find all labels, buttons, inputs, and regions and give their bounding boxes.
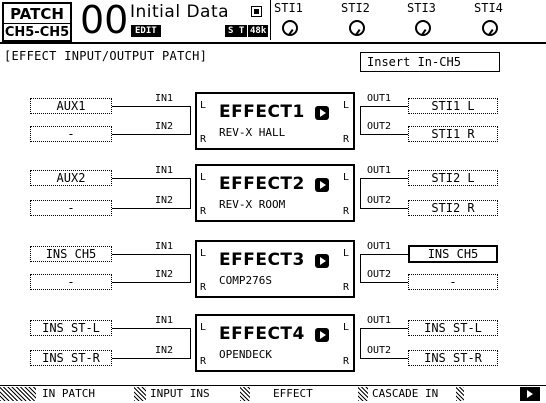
edit-icon[interactable] — [315, 106, 329, 120]
effect4-in-l: L — [200, 322, 207, 333]
tab-divider — [358, 387, 368, 401]
effect1-out1-label: OUT1 — [367, 93, 392, 104]
effect3-out1-label: OUT1 — [367, 241, 392, 252]
edit-badge: EDIT — [131, 25, 161, 37]
effect4-out-r: R — [343, 356, 350, 367]
effect1-in1-label: IN1 — [155, 93, 174, 104]
page-title: [EFFECT INPUT/OUTPUT PATCH] — [4, 49, 208, 63]
sample-rate-badge: 48k — [248, 25, 269, 37]
effect2-in1-patch[interactable]: AUX2 — [30, 170, 112, 186]
effect2-in2-patch[interactable]: - — [30, 200, 112, 216]
effect1-out-l: L — [343, 100, 350, 111]
next-page-icon[interactable] — [520, 387, 540, 401]
effect3-out-l: L — [343, 248, 350, 259]
effect3-in-r: R — [200, 282, 207, 293]
effect3-type: COMP276S — [219, 274, 272, 287]
effect4-box[interactable]: L R EFFECT4 OPENDECK L R — [195, 314, 355, 372]
effect2-type: REV-X ROOM — [219, 198, 286, 211]
scene-number: 00 — [80, 0, 129, 42]
effect4-in-r: R — [200, 356, 207, 367]
effect2-out1-patch[interactable]: STI2 L — [408, 170, 498, 186]
effect4-in2-patch[interactable]: INS ST-R — [30, 350, 112, 366]
tab-divider — [240, 387, 250, 401]
knob-icon[interactable] — [482, 20, 498, 36]
effect4-out1-label: OUT1 — [367, 315, 392, 326]
edit-icon[interactable] — [315, 178, 329, 192]
effect2-in2-label: IN2 — [155, 195, 174, 206]
page-title-text: EFFECT INPUT/OUTPUT PATCH — [11, 49, 200, 63]
effect1-out2-label: OUT2 — [367, 121, 392, 132]
insert-selector[interactable]: Insert In-CH5 — [360, 52, 500, 72]
effect3-in-l: L — [200, 248, 207, 259]
effect3-out1-patch[interactable]: INS CH5 — [408, 245, 498, 263]
knob-icon[interactable] — [349, 20, 365, 36]
meter-label-sti3: STI3 — [407, 1, 436, 15]
effect1-in1-patch[interactable]: AUX1 — [30, 98, 112, 114]
effect4-out2-patch[interactable]: INS ST-R — [408, 350, 498, 366]
effect1-out2-patch[interactable]: STI1 R — [408, 126, 498, 142]
effect4-in1-patch[interactable]: INS ST-L — [30, 320, 112, 336]
effect4-in2-label: IN2 — [155, 345, 174, 356]
st-badge: S T — [225, 25, 248, 37]
effect2-out2-label: OUT2 — [367, 195, 392, 206]
screen-subtitle: CH5-CH5 — [4, 25, 70, 40]
tab-divider — [456, 387, 464, 401]
effect3-in1-patch[interactable]: INS CH5 — [30, 246, 112, 262]
effect3-name: EFFECT3 — [219, 250, 305, 270]
effect2-in1-label: IN1 — [155, 165, 174, 176]
screen-name: PATCH — [10, 5, 64, 23]
edit-icon[interactable] — [315, 328, 329, 342]
effect1-in2-label: IN2 — [155, 121, 174, 132]
effect1-out-r: R — [343, 134, 350, 145]
meter-label-sti2: STI2 — [341, 1, 370, 15]
effect3-box[interactable]: L R EFFECT3 COMP276S L R — [195, 240, 355, 298]
effect3-out2-label: OUT2 — [367, 269, 392, 280]
effect4-out-l: L — [343, 322, 350, 333]
effect4-name: EFFECT4 — [219, 324, 305, 344]
scene-title: Initial Data — [130, 2, 230, 22]
effect4-out1-patch[interactable]: INS ST-L — [408, 320, 498, 336]
effect2-out2-patch[interactable]: STI2 R — [408, 200, 498, 216]
effect2-in-l: L — [200, 172, 207, 183]
screen-name-box: PATCH CH5-CH5 — [2, 2, 72, 42]
effect3-in1-label: IN1 — [155, 241, 174, 252]
effect2-out-l: L — [343, 172, 350, 183]
tab-effect[interactable]: EFFECT — [273, 387, 313, 401]
effect4-in1-label: IN1 — [155, 315, 174, 326]
effect1-in-r: R — [200, 134, 207, 145]
patch-screen: PATCH CH5-CH5 00 Initial Data EDIT S T 4… — [0, 0, 546, 403]
effect1-in2-patch[interactable]: - — [30, 126, 112, 142]
effect1-in-l: L — [200, 100, 207, 111]
effect1-name: EFFECT1 — [219, 102, 305, 122]
effect1-type: REV-X HALL — [219, 126, 286, 139]
effect3-out-r: R — [343, 282, 350, 293]
effect4-out2-label: OUT2 — [367, 345, 392, 356]
effect3-in2-label: IN2 — [155, 269, 174, 280]
tab-cascade-in[interactable]: CASCADE IN — [372, 387, 438, 401]
effect3-out2-patch[interactable]: - — [408, 274, 498, 290]
meter-label-sti4: STI4 — [474, 1, 503, 15]
effect4-type: OPENDECK — [219, 348, 272, 361]
effect2-in-r: R — [200, 206, 207, 217]
effect3-in2-patch[interactable]: - — [30, 274, 112, 290]
effect2-box[interactable]: L R EFFECT2 REV-X ROOM L R — [195, 164, 355, 222]
tab-divider — [134, 387, 146, 401]
effect2-name: EFFECT2 — [219, 174, 305, 194]
effect1-out1-patch[interactable]: STI1 L — [408, 98, 498, 114]
tab-input-ins[interactable]: INPUT INS — [150, 387, 210, 401]
tab-in-patch[interactable]: IN PATCH — [42, 387, 95, 401]
effect2-out1-label: OUT1 — [367, 165, 392, 176]
meter-label-sti1: STI1 — [274, 1, 303, 15]
edit-icon[interactable] — [315, 254, 329, 268]
lock-icon — [251, 6, 262, 17]
effect2-out-r: R — [343, 206, 350, 217]
effect1-box[interactable]: L R EFFECT1 REV-X HALL L R — [195, 92, 355, 150]
knob-icon[interactable] — [415, 20, 431, 36]
knob-icon[interactable] — [282, 20, 298, 36]
tab-divider — [0, 387, 36, 401]
